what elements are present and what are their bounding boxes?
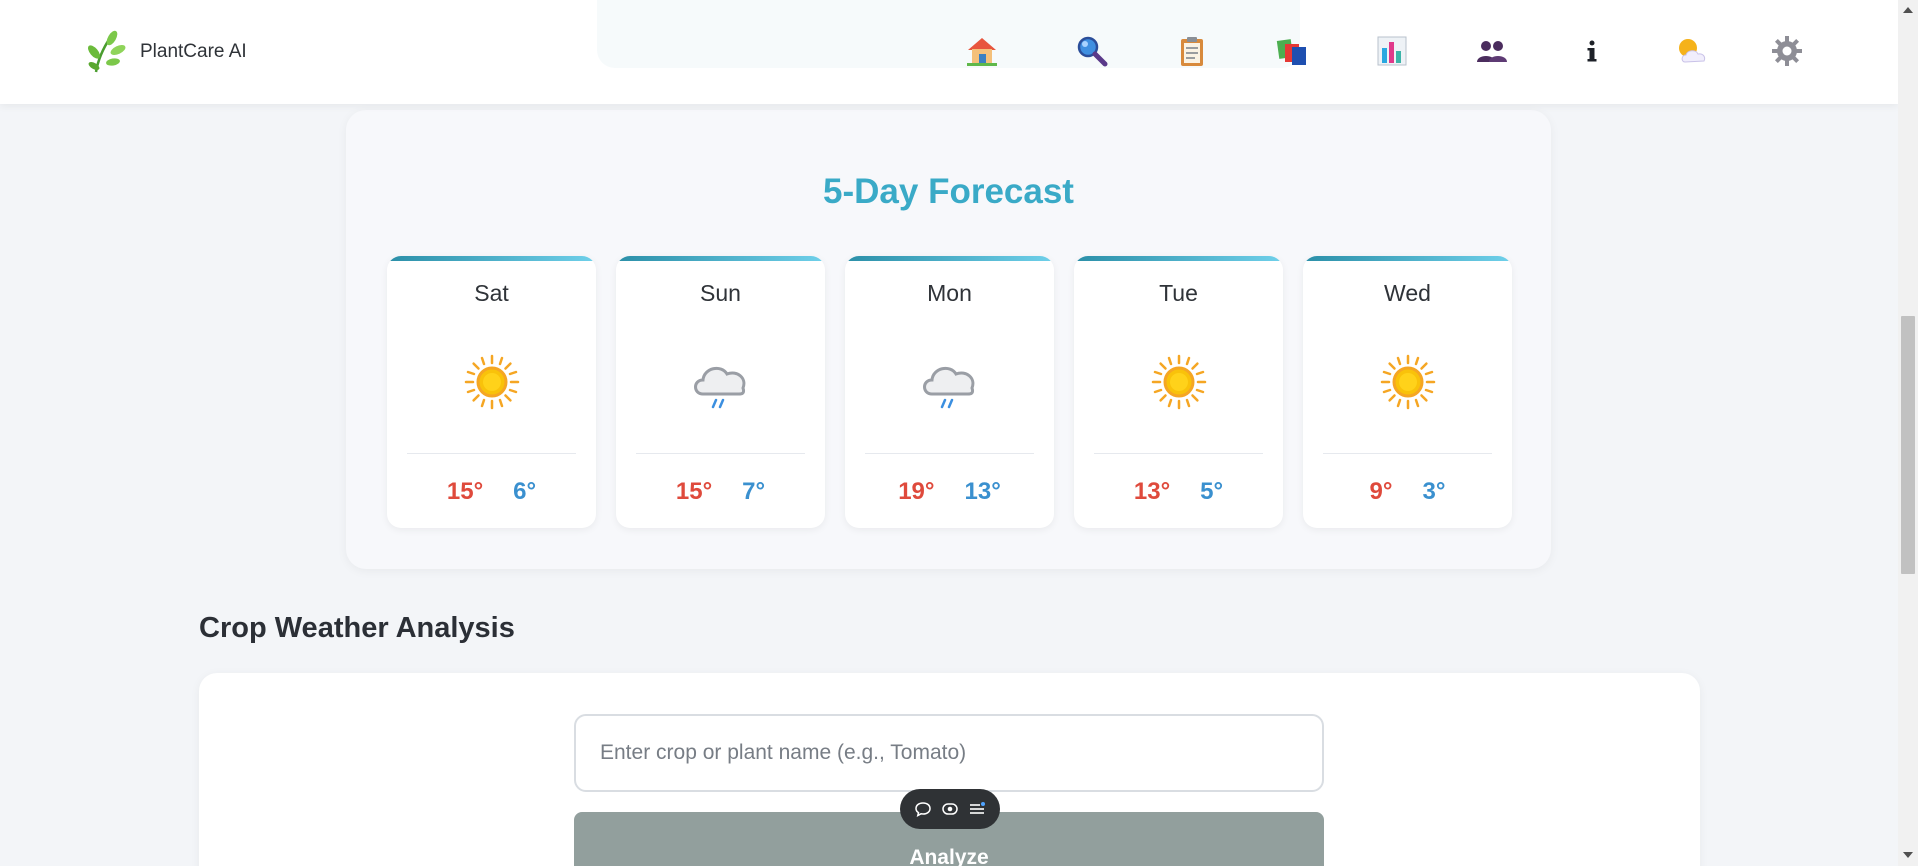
menu-button[interactable]: [966, 798, 988, 820]
floating-toolbar: [900, 789, 1000, 829]
top-header: PlantCare AI: [0, 0, 1898, 104]
nav-about[interactable]: [1572, 30, 1612, 72]
menu-list-icon: [969, 802, 985, 814]
day-name: Mon: [927, 280, 972, 306]
nav-weather[interactable]: [1672, 30, 1712, 72]
low-temp: 5°: [1200, 478, 1224, 505]
home-icon: [967, 38, 997, 66]
temperature-range: 15° 6°: [387, 478, 596, 506]
eye-icon: [942, 803, 958, 815]
info-icon: [1587, 40, 1597, 62]
books-icon: [1276, 39, 1306, 65]
brand[interactable]: PlantCare AI: [88, 30, 247, 74]
low-temp: 13°: [964, 478, 1001, 505]
day-card: Tue 13° 5°: [1074, 256, 1283, 528]
sun-icon: [1380, 354, 1435, 410]
day-name: Sun: [700, 280, 741, 306]
chat-button[interactable]: [912, 798, 934, 820]
forecast-title: 5-Day Forecast: [823, 172, 1074, 211]
day-card: Mon 19° 13°: [845, 256, 1054, 528]
nav-community[interactable]: [1472, 30, 1512, 72]
temperature-range: 15° 7°: [616, 478, 825, 506]
day-name: Wed: [1384, 280, 1431, 306]
sun-icon: [464, 354, 519, 410]
nav-home[interactable]: [962, 30, 1002, 72]
crop-analysis-title: Crop Weather Analysis: [199, 612, 515, 644]
scrollbar-thumb[interactable]: [1901, 316, 1915, 574]
leaf-sprig-icon: [88, 30, 126, 73]
nav-reports[interactable]: [1172, 30, 1212, 72]
high-temp: 13°: [1133, 478, 1171, 505]
high-temp: 9°: [1369, 478, 1393, 505]
low-temp: 3°: [1422, 478, 1446, 505]
nav-settings[interactable]: [1767, 30, 1807, 72]
day-card: Sat 15° 6°: [387, 256, 596, 528]
day-name: Tue: [1159, 280, 1198, 306]
nav-statistics[interactable]: [1372, 30, 1412, 72]
divider: [865, 453, 1034, 454]
divider: [636, 453, 805, 454]
chat-bubble-icon: [915, 802, 932, 817]
rain-cloud-icon: [693, 366, 745, 409]
bar-chart-icon: [1377, 36, 1407, 66]
nav-library[interactable]: [1272, 30, 1312, 72]
temperature-range: 19° 13°: [845, 478, 1054, 506]
crop-name-input[interactable]: [574, 714, 1324, 792]
scroll-up-arrow-icon[interactable]: [1903, 7, 1913, 13]
high-temp: 19°: [898, 478, 935, 505]
vertical-scrollbar[interactable]: [1898, 0, 1918, 866]
divider: [1323, 453, 1492, 454]
high-temp: 15°: [675, 478, 713, 505]
temperature-range: 9° 3°: [1303, 478, 1512, 506]
app-name: PlantCare AI: [140, 41, 247, 62]
nav-search[interactable]: [1072, 30, 1112, 72]
gear-icon: [1772, 36, 1802, 66]
day-name: Sat: [474, 280, 509, 306]
users-icon: [1477, 41, 1507, 62]
high-temp: 15°: [446, 478, 484, 505]
rain-cloud-icon: [922, 366, 974, 409]
clipboard-icon: [1181, 37, 1203, 66]
forecast-panel: 5-Day Forecast Sat 15° 6° Sun 15° 7° Mon…: [346, 110, 1551, 569]
low-temp: 6°: [513, 478, 537, 505]
divider: [407, 453, 576, 454]
weather-icon: [1679, 39, 1706, 63]
view-button[interactable]: [939, 798, 961, 820]
low-temp: 7°: [742, 478, 766, 505]
divider: [1094, 453, 1263, 454]
day-card: Wed 9° 3°: [1303, 256, 1512, 528]
magnifier-icon: [1077, 36, 1108, 67]
scroll-down-arrow-icon[interactable]: [1903, 852, 1913, 858]
temperature-range: 13° 5°: [1074, 478, 1283, 506]
day-card: Sun 15° 7°: [616, 256, 825, 528]
sun-icon: [1151, 354, 1206, 410]
